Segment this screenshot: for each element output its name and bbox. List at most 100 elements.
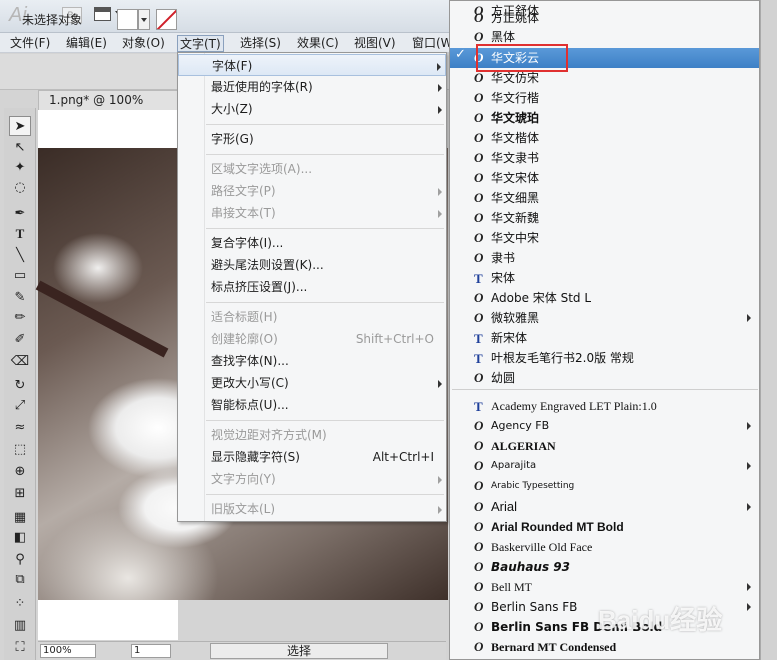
menu-view[interactable]: 视图(V) <box>352 35 398 52</box>
magic-wand-tool-icon[interactable]: ✦ <box>9 158 31 178</box>
font-item[interactable]: O Bell MT <box>450 577 759 597</box>
menu-edit[interactable]: 编辑(E) <box>64 35 109 52</box>
zoom-level-field[interactable]: 100% <box>40 644 96 658</box>
font-item[interactable]: O 华文行楷 <box>450 88 759 108</box>
pencil-tool-icon[interactable]: ✏ <box>9 308 31 328</box>
opentype-icon: O <box>474 458 484 473</box>
font-item[interactable]: O 华文细黑 <box>450 188 759 208</box>
font-item[interactable]: O Bauhaus 93 <box>450 557 759 577</box>
opentype-icon: O <box>474 639 484 654</box>
fill-dropdown[interactable] <box>138 9 150 30</box>
truetype-icon: T <box>474 331 483 346</box>
rectangle-tool-icon[interactable]: ▭ <box>9 266 31 286</box>
font-item[interactable]: O 微软雅黑 <box>450 308 759 328</box>
pen-tool-icon[interactable]: ✒ <box>9 204 31 224</box>
font-item[interactable]: O 华文宋体 <box>450 168 759 188</box>
font-item[interactable]: T 叶根友毛笔行书2.0版 常规 <box>450 348 759 368</box>
menu-separator <box>206 124 444 125</box>
direct-selection-tool-icon[interactable]: ↖ <box>9 138 31 158</box>
type-menu-smart-punctuation[interactable]: 智能标点(U)... <box>178 394 446 416</box>
gradient-tool-icon[interactable]: ◧ <box>9 528 31 548</box>
warp-tool-icon[interactable]: ≈ <box>9 418 31 438</box>
status-mode-select[interactable]: 选择 <box>210 643 388 659</box>
selection-tool-icon[interactable]: ➤ <box>9 116 31 136</box>
menu-file[interactable]: 文件(F) <box>8 35 52 52</box>
line-tool-icon[interactable]: ╲ <box>9 246 31 266</box>
font-item[interactable]: T Academy Engraved LET Plain:1.0 <box>450 396 759 416</box>
font-item[interactable]: O 华文中宋 <box>450 228 759 248</box>
type-menu-threaded-text[interactable]: 串接文本(T) <box>178 202 446 224</box>
menu-item-label: 智能标点(U)... <box>211 398 289 412</box>
rotate-tool-icon[interactable]: ↻ <box>9 376 31 396</box>
opentype-icon: O <box>474 579 484 594</box>
fill-color-swatch[interactable] <box>117 9 138 30</box>
font-name: 华文新魏 <box>491 211 540 225</box>
paintbrush-tool-icon[interactable]: ✎ <box>9 288 31 308</box>
eyedropper-tool-icon[interactable]: ⚲ <box>9 550 31 570</box>
font-item[interactable]: O Bernard MT Condensed <box>450 637 759 657</box>
eraser-tool-icon[interactable]: ⌫ <box>9 352 31 372</box>
font-item[interactable]: O 隶书 <box>450 248 759 268</box>
font-item[interactable]: O Arial Rounded MT Bold <box>450 517 759 537</box>
type-menu-glyphs[interactable]: 字形(G) <box>178 128 446 150</box>
type-menu-change-case[interactable]: 更改大小写(C) <box>178 372 446 394</box>
font-item[interactable]: O 幼圆 <box>450 368 759 388</box>
stroke-color-swatch[interactable] <box>156 9 177 30</box>
scale-tool-icon[interactable]: ⤢ <box>9 396 31 416</box>
menu-type[interactable]: 文字(T) <box>177 35 224 52</box>
artboard-tool-icon[interactable]: ⛶ <box>9 638 31 658</box>
type-menu-size[interactable]: 大小(Z) <box>178 98 446 120</box>
font-name: 华文宋体 <box>491 171 540 185</box>
type-menu-font[interactable]: 字体(F) <box>178 54 446 76</box>
blob-brush-tool-icon[interactable]: ✐ <box>9 330 31 350</box>
symbol-sprayer-tool-icon[interactable]: ⁘ <box>9 594 31 614</box>
shape-builder-tool-icon[interactable]: ⊕ <box>9 462 31 482</box>
font-item[interactable]: O 方正姚体 <box>450 8 759 28</box>
type-menu-show-hidden-characters[interactable]: 显示隐藏字符(S) Alt+Ctrl+I <box>178 446 446 468</box>
column-graph-tool-icon[interactable]: ▥ <box>9 616 31 636</box>
font-name: Adobe 宋体 Std L <box>491 291 592 305</box>
type-menu-find-font[interactable]: 查找字体(N)... <box>178 350 446 372</box>
menu-select[interactable]: 选择(S) <box>238 35 283 52</box>
type-menu-type-on-path[interactable]: 路径文字(P) <box>178 180 446 202</box>
font-item[interactable]: O 华文楷体 <box>450 128 759 148</box>
free-transform-tool-icon[interactable]: ⬚ <box>9 440 31 460</box>
font-item[interactable]: O Aparajita <box>450 456 759 476</box>
font-item[interactable]: O 华文新魏 <box>450 208 759 228</box>
type-menu-optical-margin[interactable]: 视觉边距对齐方式(M) <box>178 424 446 446</box>
font-item[interactable]: O Baskerville Old Face <box>450 537 759 557</box>
font-name: Arabic Typesetting <box>491 481 575 491</box>
font-item[interactable]: O Arabic Typesetting <box>450 476 759 496</box>
mesh-tool-icon[interactable]: ▦ <box>9 508 31 528</box>
font-item[interactable]: O Agency FB <box>450 416 759 436</box>
font-item[interactable]: T 宋体 <box>450 268 759 288</box>
right-panel-dock[interactable] <box>760 0 777 660</box>
menu-object[interactable]: 对象(O) <box>120 35 167 52</box>
menu-effect[interactable]: 效果(C) <box>295 35 341 52</box>
type-menu-create-outlines[interactable]: 创建轮廓(O) Shift+Ctrl+O <box>178 328 446 350</box>
type-menu-fit-headline[interactable]: 适合标题(H) <box>178 306 446 328</box>
menu-separator <box>206 420 444 421</box>
type-menu-kinsoku[interactable]: 避头尾法则设置(K)... <box>178 254 446 276</box>
type-menu-composite-fonts[interactable]: 复合字体(I)... <box>178 232 446 254</box>
blend-tool-icon[interactable]: ⧉ <box>9 570 31 590</box>
font-item[interactable]: O ALGERIAN <box>450 436 759 456</box>
type-tool-icon[interactable]: T <box>9 224 31 244</box>
lasso-tool-icon[interactable]: ◌ <box>9 178 31 198</box>
type-menu-area-type-options[interactable]: 区域文字选项(A)... <box>178 158 446 180</box>
type-menu-type-orientation[interactable]: 文字方向(Y) <box>178 468 446 490</box>
type-menu-legacy-text[interactable]: 旧版文本(L) <box>178 498 446 520</box>
perspective-grid-tool-icon[interactable]: ⊞ <box>9 484 31 504</box>
artboard-number-field[interactable]: 1 <box>131 644 171 658</box>
font-item[interactable]: O 华文隶书 <box>450 148 759 168</box>
font-item[interactable]: O Adobe 宋体 Std L <box>450 288 759 308</box>
font-item[interactable]: T 新宋体 <box>450 328 759 348</box>
font-item[interactable]: O 华文琥珀 <box>450 108 759 128</box>
document-tab[interactable]: 1.png* @ 100% (RGB/ <box>38 90 178 125</box>
opentype-icon: O <box>474 438 484 453</box>
type-menu-mojikumi[interactable]: 标点挤压设置(J)... <box>178 276 446 298</box>
font-item[interactable]: O Arial <box>450 497 759 517</box>
font-name: 华文琥珀 <box>491 111 540 125</box>
type-menu-recent-fonts[interactable]: 最近使用的字体(R) <box>178 76 446 98</box>
opentype-icon: O <box>474 370 484 385</box>
